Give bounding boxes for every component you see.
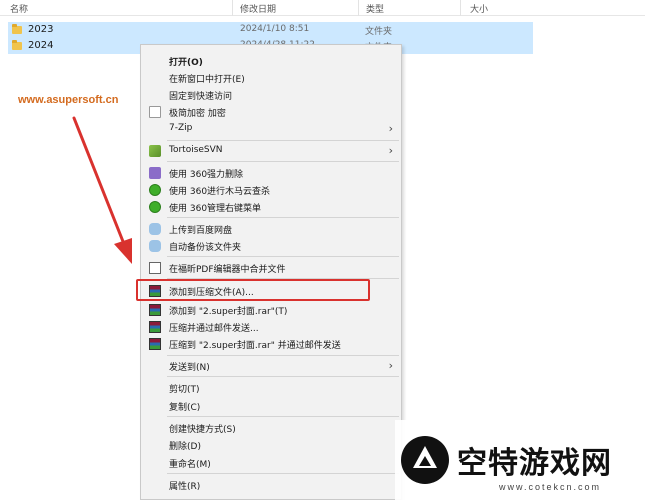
file-type: 文件夹 [365,27,393,37]
file-date: 2024/1/10 8:51 [240,24,310,34]
logo-url: www.cotekcn.com [499,482,602,492]
cloud-icon [149,240,161,252]
menu-item-compress-rar-email[interactable]: 压缩到 "2.super封面.rar" 并通过邮件发送 [141,335,401,353]
folder-icon [12,40,22,50]
menu-item-open[interactable]: 打开(O) [141,52,401,70]
menu-item-label: 打开(O) [169,58,203,68]
winrar-icon [149,304,161,316]
header-date[interactable]: 修改日期 [240,2,276,15]
document-icon [149,106,161,118]
menu-item-label: 上传到百度网盘 [169,226,233,236]
menu-item-360-manage[interactable]: 使用 360管理右键菜单 [141,198,401,216]
menu-item-label: 在新窗口中打开(E) [169,75,245,85]
menu-item-label: TortoiseSVN [169,145,223,155]
menu-item-upload-baidu[interactable]: 上传到百度网盘 [141,220,401,238]
menu-item-label: 剪切(T) [169,385,200,395]
menu-item-label: 7-Zip [169,123,193,133]
file-name: 2024 [28,40,54,51]
menu-item-label: 发送到(N) [169,363,210,373]
menu-separator [167,161,399,162]
menu-separator [167,217,399,218]
menu-separator [167,355,399,356]
chevron-right-icon: › [388,122,393,135]
menu-item-label: 创建快捷方式(S) [169,425,236,435]
menu-item-properties[interactable]: 属性(R) [141,476,401,494]
file-row[interactable]: 2023 2024/1/10 8:51 文件夹 [8,22,533,38]
menu-item-label: 固定到快速访问 [169,92,233,102]
menu-item-label: 自动备份该文件夹 [169,243,242,253]
menu-item-label: 重命名(M) [169,460,211,470]
chevron-right-icon: › [388,359,393,372]
header-name[interactable]: 名称 [10,2,28,15]
menu-item-copy[interactable]: 复制(C) [141,397,401,415]
menu-item-cut[interactable]: 剪切(T) [141,379,401,397]
menu-item-label: 使用 360进行木马云查杀 [169,187,271,197]
menu-item-foxit-merge[interactable]: 在福昕PDF编辑器中合并文件 [141,259,401,277]
menu-item-send-to[interactable]: 发送到(N) › [141,357,401,375]
menu-item-delete[interactable]: 删除(D) [141,436,401,454]
menu-item-7zip[interactable]: 7-Zip › [141,120,401,138]
menu-separator [167,376,399,377]
column-divider[interactable] [232,0,233,16]
pdf-icon [149,262,161,274]
winrar-icon [149,321,161,333]
column-divider[interactable] [460,0,461,16]
menu-item-compress-email[interactable]: 压缩并通过邮件发送... [141,318,401,336]
column-header: 名称 修改日期 类型 大小 [0,0,645,16]
menu-item-auto-backup[interactable]: 自动备份该文件夹 [141,237,401,255]
logo-title: 空特游戏网 [457,446,612,481]
360-icon [149,184,161,196]
menu-item-label: 在福昕PDF编辑器中合并文件 [169,265,286,275]
tortoisesvn-icon [149,145,161,157]
menu-item-create-shortcut[interactable]: 创建快捷方式(S) [141,419,401,437]
menu-item-label: 属性(R) [169,482,201,492]
menu-item-label: 复制(C) [169,403,201,413]
menu-item-label: 极简加密 加密 [169,109,226,119]
menu-item-add-rar[interactable]: 添加到 "2.super封面.rar"(T) [141,301,401,319]
cloud-icon [149,223,161,235]
context-menu: 打开(O) 在新窗口中打开(E) 固定到快速访问 极简加密 加密 7-Zip ›… [140,44,402,500]
watermark-url: www.asupersoft.cn [18,94,119,106]
menu-item-pin-quick-access[interactable]: 固定到快速访问 [141,86,401,104]
menu-item-label: 压缩到 "2.super封面.rar" 并通过邮件发送 [169,341,341,351]
header-type[interactable]: 类型 [366,2,384,15]
column-divider[interactable] [358,0,359,16]
menu-item-open-new-window[interactable]: 在新窗口中打开(E) [141,69,401,87]
menu-item-label: 使用 360强力删除 [169,170,244,180]
menu-separator [167,473,399,474]
menu-item-label: 添加到 "2.super封面.rar"(T) [169,307,288,317]
menu-item-label: 删除(D) [169,442,201,452]
menu-separator [167,256,399,257]
file-name: 2023 [28,24,54,35]
fox-icon [401,436,449,484]
site-logo: 空特游戏网 www.cotekcn.com [395,420,645,500]
header-size[interactable]: 大小 [470,2,488,15]
menu-separator [167,140,399,141]
shredder-icon [149,167,161,179]
chevron-right-icon: › [388,144,393,157]
menu-item-label: 压缩并通过邮件发送... [169,324,259,334]
360-icon [149,201,161,213]
highlight-box [136,279,370,301]
menu-item-encrypt[interactable]: 极简加密 加密 [141,103,401,121]
menu-item-360-scan[interactable]: 使用 360进行木马云查杀 [141,181,401,199]
menu-separator [167,416,399,417]
menu-item-rename[interactable]: 重命名(M) [141,454,401,472]
menu-item-360-delete[interactable]: 使用 360强力删除 [141,164,401,182]
folder-icon [12,24,22,34]
menu-item-tortoisesvn[interactable]: TortoiseSVN › [141,142,401,160]
menu-item-label: 使用 360管理右键菜单 [169,204,262,214]
winrar-icon [149,338,161,350]
